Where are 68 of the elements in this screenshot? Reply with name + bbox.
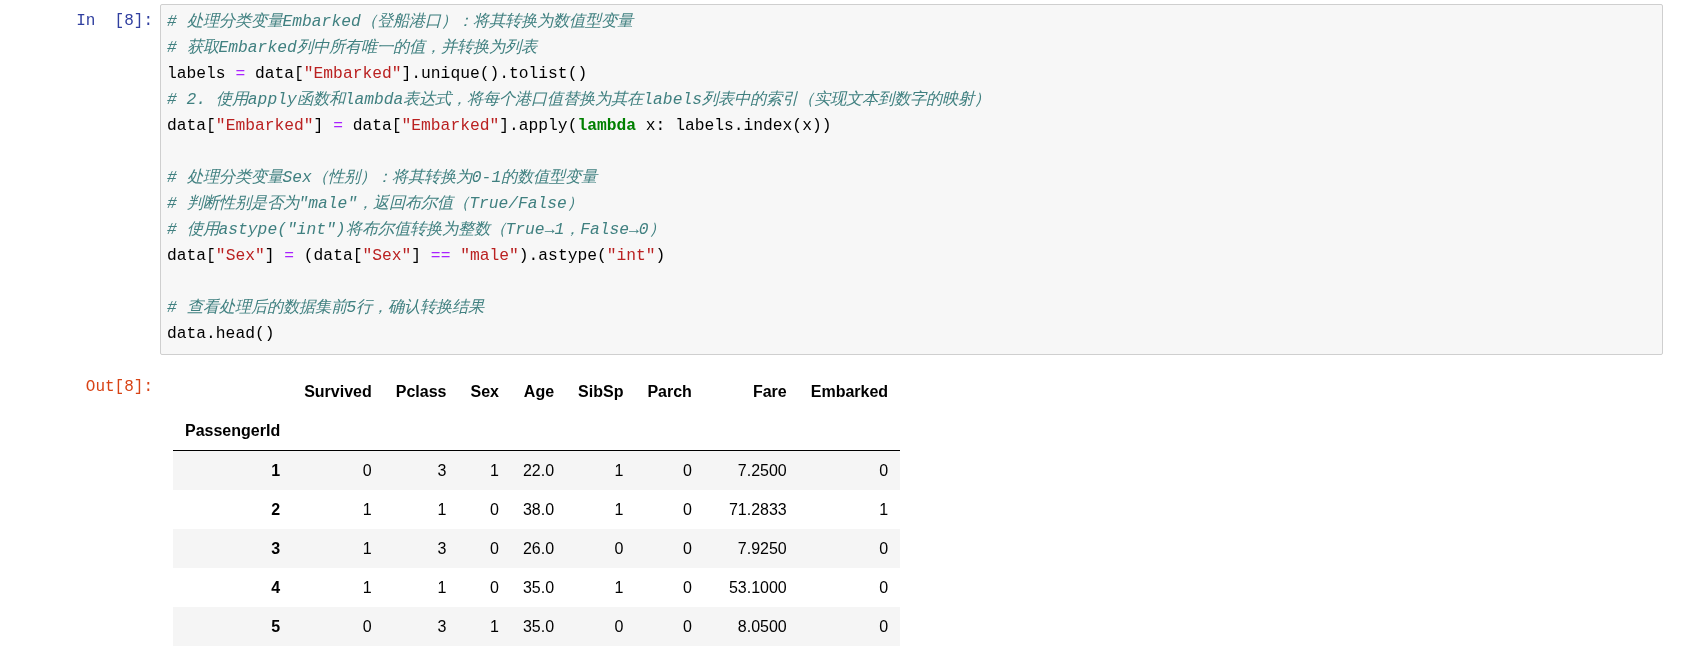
table-cell: 71.2833 (703, 490, 799, 529)
code-line: # 2. 使用apply函数和lambda表达式，将每个港口值替换为其在labels列表中的索引（实现文本到数字的映射） (167, 89, 990, 111)
column-header: Age (522, 381, 556, 402)
column-header: Embarked (809, 381, 890, 402)
code-line: data.head() (167, 323, 275, 345)
output-prompt: Out[8]: (84, 377, 154, 396)
table-cell: 0 (798, 529, 901, 568)
code-line: # 处理分类变量Embarked（登船港口）：将其转换为数值型变量 (167, 11, 633, 33)
column-header: Fare (751, 381, 788, 402)
index-header: PassengerId (173, 411, 293, 451)
table-cell: 38.0 (510, 490, 567, 529)
code-line: data["Embarked"] = data["Embarked"].apply(lambda x: labels.index(x)) (167, 115, 832, 137)
table-cell: 0 (458, 529, 511, 568)
row-index: 2 (173, 490, 293, 529)
row-index: 3 (173, 529, 293, 568)
table-cell: 1 (458, 607, 511, 646)
table-cell: 1 (292, 529, 384, 568)
table-cell: 1 (292, 568, 384, 607)
table-cell: 1 (383, 568, 459, 607)
table-cell: 0 (635, 607, 704, 646)
table-cell: 22.0 (510, 450, 567, 490)
column-header: Survived (303, 381, 373, 402)
table-cell: 3 (383, 450, 459, 490)
table-cell: 0 (566, 607, 636, 646)
row-index: 5 (173, 607, 293, 646)
table-cell: 0 (566, 529, 636, 568)
row-index: 1 (173, 450, 293, 490)
table-cell: 0 (292, 450, 384, 490)
column-header: SibSp (577, 381, 625, 402)
input-prompt: In [8]: (75, 11, 154, 30)
table-cell: 0 (635, 529, 704, 568)
code-line: # 处理分类变量Sex（性别）：将其转换为0-1的数值型变量 (167, 167, 598, 189)
code-line: labels = data["Embarked"].unique().tolist() (167, 63, 588, 85)
code-line: # 使用astype("int")将布尔值转换为整数（True→1，False→0） (167, 219, 665, 241)
table-cell: 35.0 (510, 607, 567, 646)
table-cell: 0 (458, 490, 511, 529)
column-header: Pclass (394, 381, 448, 402)
code-line: # 查看处理后的数据集前5行，确认转换结果 (167, 297, 485, 319)
table-cell: 53.1000 (703, 568, 799, 607)
table-cell: 0 (635, 568, 704, 607)
table-cell: 7.2500 (703, 450, 799, 490)
table-cell: 3 (383, 529, 459, 568)
table-cell: 26.0 (510, 529, 567, 568)
table-cell: 1 (566, 568, 636, 607)
table-cell: 7.9250 (703, 529, 799, 568)
table-cell: 1 (383, 490, 459, 529)
table-cell: 0 (798, 450, 901, 490)
table-cell: 1 (458, 450, 511, 490)
table-cell: 0 (798, 568, 901, 607)
table-cell: 0 (635, 490, 704, 529)
column-header: Parch (646, 381, 693, 402)
table-cell: 1 (566, 450, 636, 490)
table-cell: 1 (292, 490, 384, 529)
code-line: data["Sex"] = (data["Sex"] == "male").astype("int") (167, 245, 666, 267)
table-cell: 35.0 (510, 568, 567, 607)
row-index: 4 (173, 568, 293, 607)
table-cell: 0 (635, 450, 704, 490)
table-cell: 0 (798, 607, 901, 646)
code-line: # 判断性别是否为"male"，返回布尔值（True/False） (167, 193, 583, 215)
table-cell: 8.0500 (703, 607, 799, 646)
table-cell: 1 (566, 490, 636, 529)
table-cell: 3 (383, 607, 459, 646)
code-line: # 获取Embarked列中所有唯一的值，并转换为列表 (167, 37, 537, 59)
table-cell: 0 (292, 607, 384, 646)
column-header: Sex (469, 381, 500, 402)
code-editor[interactable] (160, 4, 1663, 355)
table-cell: 1 (798, 490, 901, 529)
table-cell: 0 (458, 568, 511, 607)
